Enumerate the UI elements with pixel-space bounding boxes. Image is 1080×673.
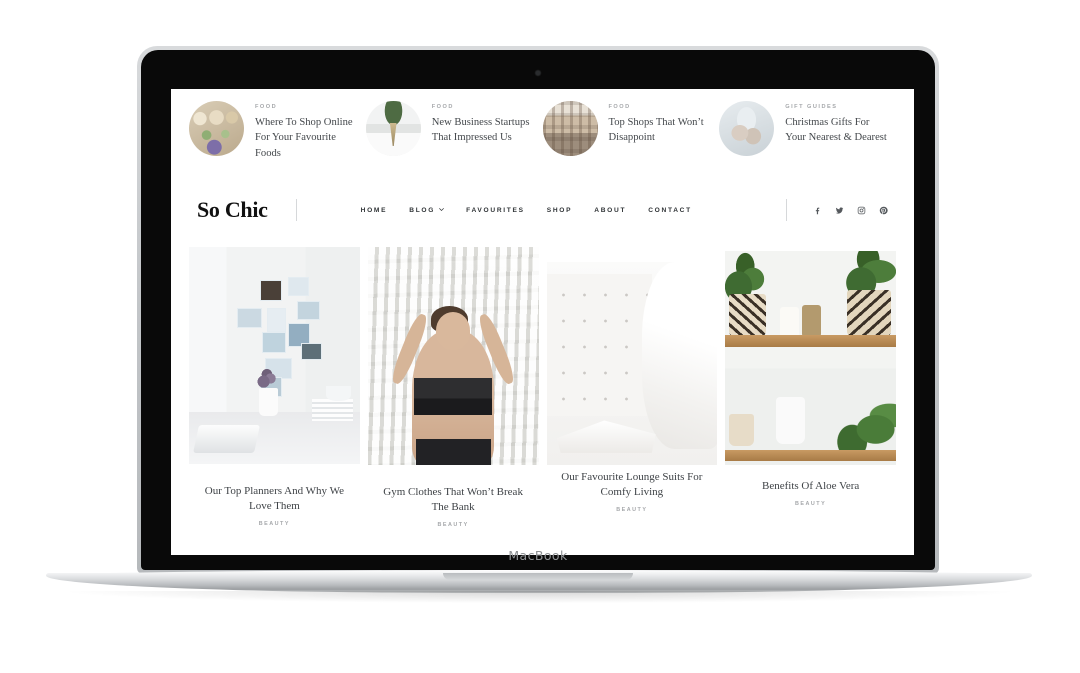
featured-title[interactable]: Where To Shop Online For Your Favourite … [255, 115, 359, 161]
featured-post-item[interactable]: FOOD New Business Startups That Impresse… [365, 101, 543, 161]
nav-label: FAVOURITES [466, 206, 525, 214]
shorts [415, 438, 491, 466]
post-thumbnail[interactable] [189, 247, 360, 465]
post-thumbnail[interactable] [725, 251, 896, 466]
nav-item-blog[interactable]: BLOG [409, 207, 444, 214]
post-category[interactable]: BEAUTY [189, 521, 360, 527]
laptop-base-notch [443, 573, 633, 580]
ceramic-jar [728, 413, 755, 446]
featured-title[interactable]: Top Shops That Won’t Disappoint [609, 115, 713, 146]
nav-item-shop[interactable]: SHOP [547, 207, 573, 214]
nav-label: CONTACT [648, 206, 692, 214]
post-card[interactable]: Benefits Of Aloe Vera BEAUTY [725, 247, 896, 507]
white-vase [776, 396, 806, 444]
shelf-with-potted-plants [725, 251, 896, 466]
header-right [786, 199, 888, 222]
featured-thumbnail[interactable] [542, 101, 598, 156]
post-title[interactable]: Benefits Of Aloe Vera [725, 479, 896, 494]
photo-wall-collage [233, 275, 327, 397]
city-street-thumbnail [542, 101, 598, 156]
post-category[interactable]: BEAUTY [368, 522, 539, 528]
white-tufted-sofa-blanket [546, 262, 718, 466]
twitter-icon[interactable] [835, 206, 844, 215]
small-clay-pot [802, 304, 821, 337]
small-white-pot [779, 306, 799, 337]
featured-thumbnail[interactable] [365, 101, 421, 156]
macbook-brand-label: MacBook [508, 548, 568, 563]
post-card[interactable]: Our Top Planners And Why We Love Them BE… [189, 247, 360, 527]
site-header: So Chic HOME BLOG FAVOURITES SHOP ABOUT [171, 171, 914, 247]
featured-category[interactable]: FOOD [255, 104, 359, 110]
wooden-shelf-lower [725, 450, 896, 461]
nav-label: SHOP [546, 206, 573, 214]
post-title[interactable]: Our Favourite Lounge Suits For Comfy Liv… [547, 470, 718, 500]
featured-post-item[interactable]: GIFT GUIDES Christmas Gifts For Your Nea… [719, 101, 896, 161]
post-thumbnail[interactable] [367, 247, 539, 466]
nav-label: HOME [360, 206, 388, 214]
featured-category[interactable]: GIFT GUIDES [785, 104, 889, 110]
woman-activewear-building [367, 247, 539, 466]
sports-bra [413, 377, 493, 415]
post-grid: Our Top Planners And Why We Love Them BE… [171, 247, 914, 528]
post-category[interactable]: BEAUTY [547, 507, 718, 513]
head [436, 312, 471, 350]
patterned-basket-left [728, 293, 767, 337]
featured-thumbnail[interactable] [719, 101, 775, 156]
knit-throw [642, 262, 718, 449]
screenshot-stage: FOOD Where To Shop Online For Your Favou… [0, 0, 1080, 673]
pinterest-icon[interactable] [879, 206, 888, 215]
featured-category[interactable]: FOOD [609, 104, 713, 110]
post-card[interactable]: Gym Clothes That Won’t Break The Bank BE… [367, 247, 539, 528]
wrapped-gifts-thumbnail [719, 101, 775, 156]
featured-title[interactable]: Christmas Gifts For Your Nearest & Deare… [785, 115, 889, 146]
bowl [325, 385, 352, 402]
plant-pot [259, 388, 278, 417]
nav-label: ABOUT [594, 206, 627, 214]
featured-post-item[interactable]: FOOD Where To Shop Online For Your Favou… [189, 101, 366, 161]
food-bowls-thumbnail [189, 101, 244, 156]
wooden-shelf-upper [725, 334, 896, 348]
stacked-books [311, 399, 353, 421]
screen-bezel: FOOD Where To Shop Online For Your Favou… [141, 50, 935, 570]
succulent-leaves [257, 368, 280, 391]
nav-item-contact[interactable]: CONTACT [648, 207, 692, 214]
site-logo[interactable]: So Chic [197, 197, 268, 223]
social-links [813, 206, 888, 215]
white-desk-photo-wall [189, 247, 360, 465]
post-title[interactable]: Gym Clothes That Won’t Break The Bank [368, 485, 539, 515]
macbook-lid: FOOD Where To Shop Online For Your Favou… [137, 46, 939, 574]
featured-post-item[interactable]: FOOD Top Shops That Won’t Disappoint [542, 101, 720, 161]
laptop-shadow [70, 591, 1010, 603]
nav-item-about[interactable]: ABOUT [594, 207, 626, 214]
camera-dot-icon [535, 70, 541, 76]
featured-title[interactable]: New Business Startups That Impressed Us [432, 115, 536, 146]
instagram-icon[interactable] [857, 206, 866, 215]
social-divider [786, 199, 787, 222]
featured-posts-bar: FOOD Where To Shop Online For Your Favou… [171, 89, 914, 171]
featured-category[interactable]: FOOD [432, 104, 536, 110]
post-thumbnail[interactable] [546, 262, 718, 466]
nav-label: BLOG [409, 206, 436, 214]
post-title[interactable]: Our Top Planners And Why We Love Them [189, 484, 360, 514]
plant-foreground [820, 388, 896, 457]
browser-viewport: FOOD Where To Shop Online For Your Favou… [171, 89, 914, 555]
facebook-icon[interactable] [813, 206, 822, 215]
plant-vase-thumbnail [365, 101, 421, 156]
main-navigation: HOME BLOG FAVOURITES SHOP ABOUT CONTACT [361, 207, 692, 214]
tufted-cushion [546, 274, 653, 417]
patterned-basket-right [846, 289, 891, 337]
post-category[interactable]: BEAUTY [725, 501, 896, 507]
logo-divider [295, 199, 297, 222]
featured-thumbnail[interactable] [189, 101, 244, 156]
open-book [556, 420, 656, 453]
laptop-on-desk [192, 425, 261, 454]
nav-item-favourites[interactable]: FAVOURITES [466, 207, 525, 214]
chevron-down-icon [439, 207, 444, 212]
post-card[interactable]: Our Favourite Lounge Suits For Comfy Liv… [546, 247, 718, 513]
nav-item-home[interactable]: HOME [361, 207, 388, 214]
